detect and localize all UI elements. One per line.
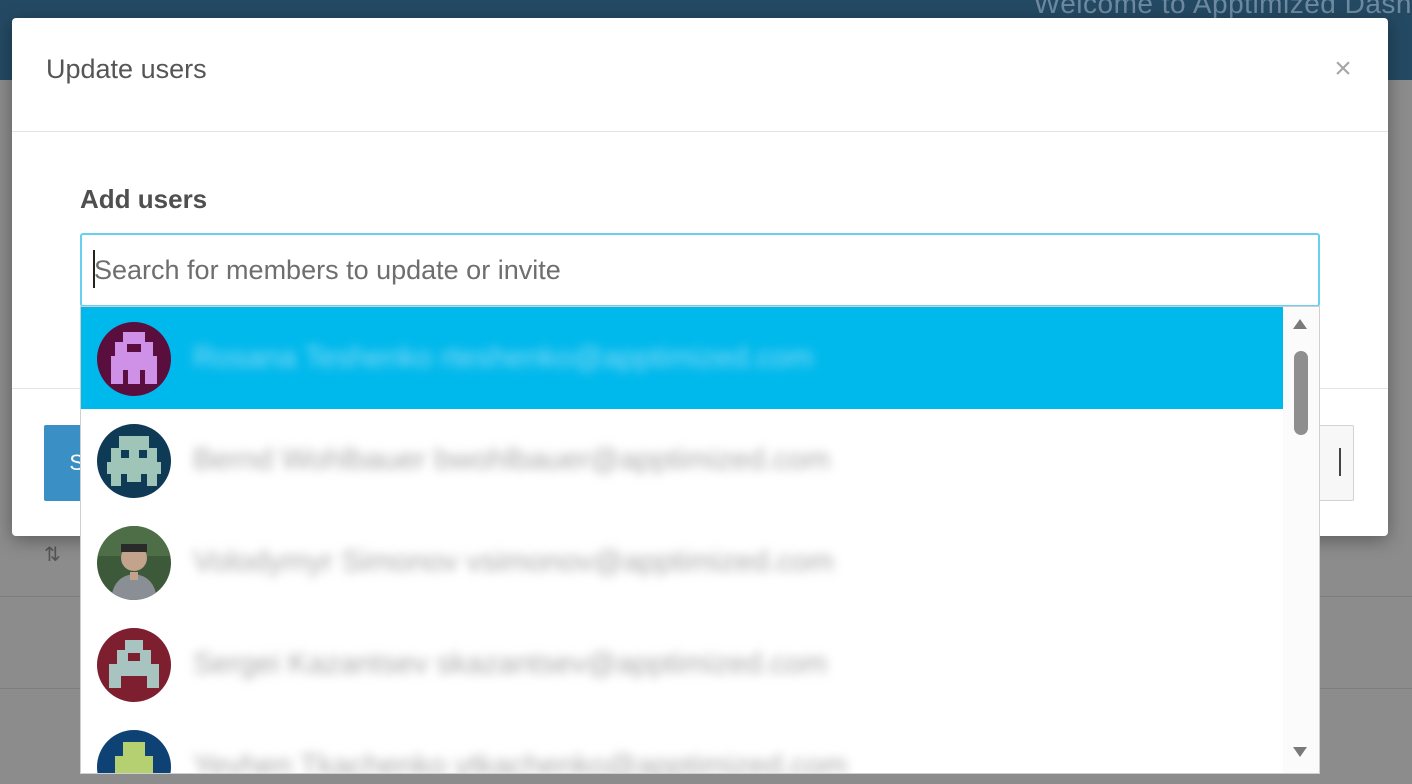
- modal-title: Update users: [46, 54, 207, 84]
- avatar: [97, 628, 171, 702]
- text-caret: [93, 250, 95, 288]
- list-item[interactable]: Rosana Teshenko rteshenko@apptimized.com: [81, 307, 1283, 409]
- dropdown-scrollbar[interactable]: [1283, 307, 1319, 773]
- scroll-up-arrow-icon[interactable]: [1293, 319, 1307, 329]
- list-item[interactable]: Volodymyr Simonov vsimonov@apptimized.co…: [81, 511, 1283, 613]
- list-item[interactable]: Sergei Kazantsev skazantsev@apptimized.c…: [81, 613, 1283, 715]
- sort-icon: ⇅: [44, 544, 61, 566]
- save-button[interactable]: S: [44, 425, 84, 501]
- user-label: Volodymyr Simonov vsimonov@apptimized.co…: [193, 545, 834, 578]
- list-item[interactable]: Bernd Wohlbauer bwohlbauer@apptimized.co…: [81, 409, 1283, 511]
- user-label: Bernd Wohlbauer bwohlbauer@apptimized.co…: [193, 443, 830, 476]
- user-label: Sergei Kazantsev skazantsev@apptimized.c…: [193, 647, 828, 680]
- cancel-button-glyph: [1339, 448, 1341, 476]
- scroll-thumb[interactable]: [1294, 351, 1308, 435]
- avatar: [97, 322, 171, 396]
- modal-header: Update users ×: [12, 18, 1388, 132]
- avatar: [97, 730, 171, 773]
- list-item[interactable]: Yevhen Tkachenko ytkachenko@apptimized.c…: [81, 715, 1283, 774]
- close-icon[interactable]: ×: [1328, 54, 1358, 84]
- scroll-down-arrow-icon[interactable]: [1293, 747, 1307, 757]
- avatar: [97, 424, 171, 498]
- user-suggestions-dropdown: Rosana Teshenko rteshenko@apptimized.com…: [80, 306, 1320, 774]
- welcome-text: Welcome to Apptimized Dash: [1033, 0, 1412, 19]
- add-users-label: Add users: [80, 184, 208, 214]
- search-input[interactable]: [80, 233, 1320, 307]
- avatar: [97, 526, 171, 600]
- user-label: Rosana Teshenko rteshenko@apptimized.com: [193, 341, 814, 374]
- user-label: Yevhen Tkachenko ytkachenko@apptimized.c…: [193, 749, 848, 774]
